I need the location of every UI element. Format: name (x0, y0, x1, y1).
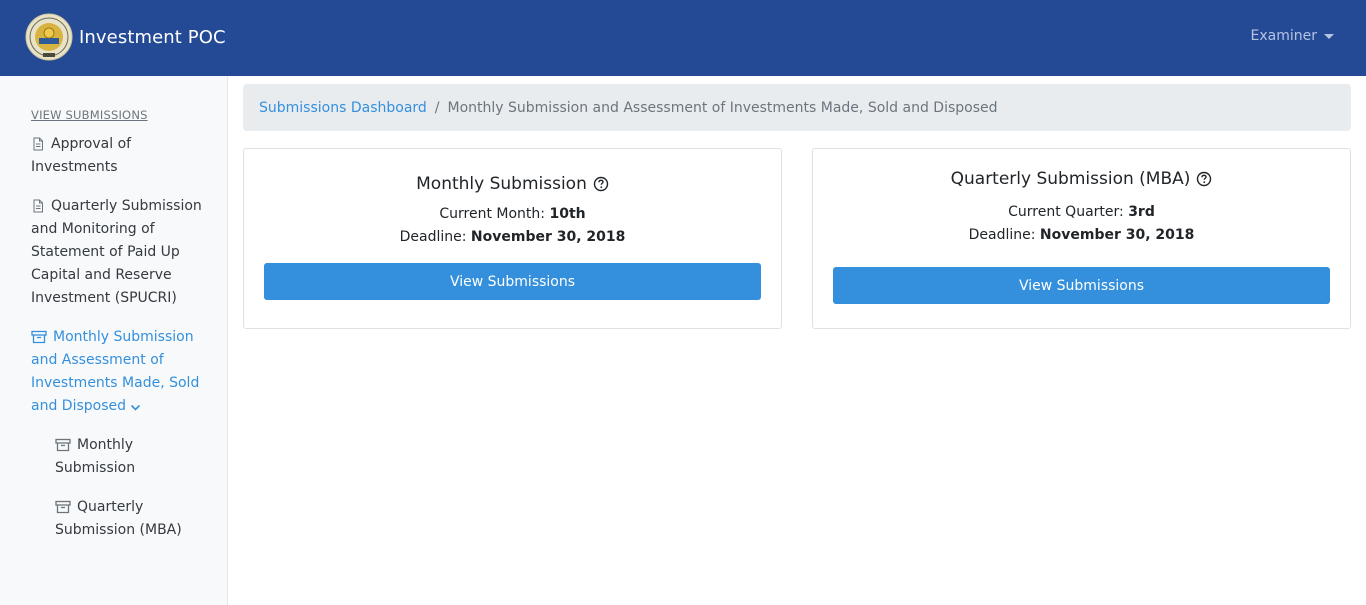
view-quarterly-submissions-button[interactable]: View Submissions (833, 267, 1330, 304)
deadline-value: November 30, 2018 (1039, 227, 1195, 243)
document-icon (33, 199, 43, 213)
deadline-line: Deadline: November 30, 2018 (244, 229, 781, 245)
top-navbar: Investment POC Examiner (0, 0, 1366, 76)
chevron-down-icon (130, 404, 141, 411)
archive-icon (55, 500, 71, 514)
commission-seal-icon (25, 13, 73, 61)
deadline-value: November 30, 2018 (470, 229, 626, 245)
user-menu-label: Examiner (1250, 28, 1317, 44)
sidebar-item-label: Investments (31, 159, 118, 175)
document-icon (33, 137, 43, 151)
breadcrumb-current: Monthly Submission and Assessment of Inv… (447, 99, 998, 116)
sidebar: VIEW SUBMISSIONS Approval of Investments… (0, 76, 228, 605)
current-month-label: Current Month: (439, 206, 546, 222)
sidebar-item-label: Submission (MBA) (55, 522, 182, 538)
breadcrumb-link-dashboard[interactable]: Submissions Dashboard (259, 100, 427, 116)
card-title: Quarterly Submission (MBA) (813, 169, 1350, 189)
help-circle-icon[interactable] (1196, 171, 1212, 187)
sidebar-item-label: and Assessment of (31, 352, 164, 368)
sidebar-item-label: and Disposed (31, 398, 126, 414)
sidebar-item-label: Monthly Submission (53, 329, 194, 345)
brand[interactable]: Investment POC (25, 13, 226, 61)
breadcrumb: Submissions Dashboard / Monthly Submissi… (243, 84, 1351, 131)
sidebar-item-label: and Monitoring of (31, 221, 155, 237)
deadline-label: Deadline: (968, 227, 1036, 243)
card-title-text: Monthly Submission (416, 174, 587, 194)
sidebar-item-quarterly-spucri[interactable]: Quarterly Submission and Monitoring of S… (31, 195, 221, 310)
archive-icon (31, 330, 47, 344)
sidebar-item-label: Statement of Paid Up (31, 244, 180, 260)
current-quarter-label: Current Quarter: (1008, 204, 1124, 220)
sidebar-item-label: Monthly (77, 437, 134, 453)
sidebar-item-label: Quarterly Submission (51, 198, 202, 214)
current-quarter-value: 3rd (1128, 204, 1155, 220)
archive-icon (55, 438, 71, 452)
deadline-line: Deadline: November 30, 2018 (813, 227, 1350, 243)
sidebar-item-approval-of-investments[interactable]: Approval of Investments (31, 133, 221, 179)
sidebar-item-label: Investment (SPUCRI) (31, 290, 177, 306)
help-circle-icon[interactable] (593, 176, 609, 192)
card-title-text: Quarterly Submission (MBA) (950, 169, 1191, 189)
main-content: Submissions Dashboard / Monthly Submissi… (228, 76, 1366, 605)
current-month-line: Current Month: 10th (244, 206, 781, 222)
sidebar-item-label: Capital and Reserve (31, 267, 172, 283)
card-title: Monthly Submission (244, 174, 781, 194)
sidebar-subitem-quarterly-mba[interactable]: Quarterly Submission (MBA) (55, 496, 220, 542)
user-menu-dropdown[interactable]: Examiner (1251, 28, 1334, 44)
breadcrumb-separator: / (434, 99, 440, 116)
sidebar-item-monthly-assessment[interactable]: Monthly Submission and Assessment of Inv… (31, 326, 221, 418)
sidebar-subitem-monthly-submission[interactable]: Monthly Submission (55, 434, 220, 480)
sidebar-heading[interactable]: VIEW SUBMISSIONS (31, 108, 148, 122)
caret-down-icon (1324, 34, 1334, 39)
sidebar-item-label: Submission (55, 460, 136, 476)
current-quarter-line: Current Quarter: 3rd (813, 204, 1350, 220)
monthly-submission-card: Monthly Submission Current Month: 10th D… (243, 148, 782, 329)
sidebar-item-label: Quarterly (77, 499, 144, 515)
view-monthly-submissions-button[interactable]: View Submissions (264, 263, 761, 300)
deadline-label: Deadline: (399, 229, 467, 245)
sidebar-item-label: Approval of (51, 136, 132, 152)
quarterly-submission-card: Quarterly Submission (MBA) Current Quart… (812, 148, 1351, 329)
brand-title: Investment POC (79, 26, 226, 48)
current-month-value: 10th (549, 206, 586, 222)
sidebar-item-label: Investments Made, Sold (31, 375, 200, 391)
